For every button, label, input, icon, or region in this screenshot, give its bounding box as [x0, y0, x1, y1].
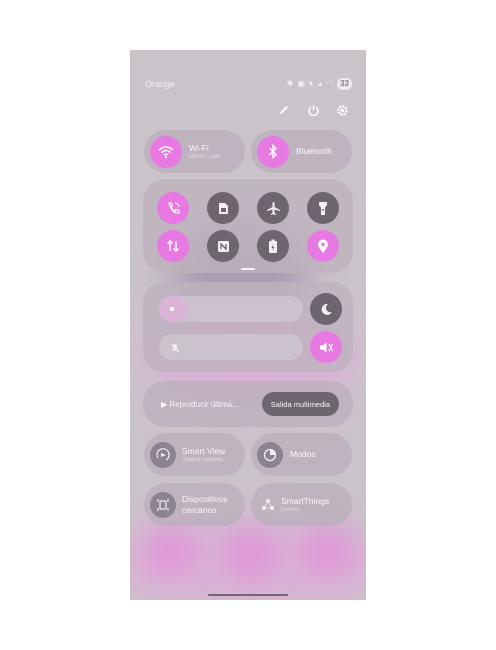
smart-view-sublabel: Duplicar pantalla: [182, 456, 223, 463]
wifi-icon[interactable]: [150, 135, 182, 168]
brightness-slider[interactable]: [159, 296, 303, 322]
edit-icon[interactable]: [276, 102, 292, 118]
toolbar: [276, 102, 350, 118]
wifi-icon: ◠: [326, 79, 334, 88]
quick-toggle-grid: [143, 179, 353, 273]
smartthings-icon: [261, 498, 275, 512]
sun-icon: [170, 307, 174, 311]
bg-blur: [308, 530, 348, 570]
flashlight-icon[interactable]: [307, 192, 339, 224]
mute-icon: [169, 341, 181, 353]
bluetooth-label: Bluetooth: [296, 146, 332, 156]
sim-icon[interactable]: [207, 192, 239, 224]
nearby-devices-icon: [150, 491, 176, 518]
carrier-name: Orange: [145, 79, 176, 89]
smartthings-tile[interactable]: SmartThings Control: [251, 483, 352, 526]
modes-label: Modos: [290, 449, 316, 459]
smart-view-icon: [150, 441, 176, 468]
media-output-button[interactable]: Salida multimedia: [261, 392, 339, 416]
nearby-devices-label-line1: Dispositivos: [182, 493, 228, 504]
quick-panel: Orange ✱ ▣ 🔇︎ ▴ ◠ 33 Wi-Fi MiWiFi_cdzh B…: [130, 50, 366, 600]
media-bar: ▶ Reproducir última... Salida multimedia: [143, 381, 353, 427]
battery-indicator: 33: [337, 78, 352, 90]
battery-saver-icon[interactable]: [257, 230, 289, 262]
status-bar: Orange ✱ ▣ 🔇︎ ▴ ◠ 33: [145, 78, 352, 95]
bluetooth-icon: ✱: [286, 79, 294, 88]
smartthings-label: SmartThings: [281, 495, 330, 506]
panel-handle[interactable]: [241, 268, 255, 270]
wifi-label: Wi-Fi: [189, 142, 209, 153]
mobile-data-icon[interactable]: [157, 230, 189, 262]
smartthings-sublabel: Control: [281, 506, 299, 513]
mute-icon: 🔇︎: [309, 79, 315, 88]
settings-icon[interactable]: [334, 102, 350, 118]
wifi-calling-icon[interactable]: [157, 192, 189, 224]
smart-view-tile[interactable]: Smart View Duplicar pantalla: [144, 433, 245, 476]
nfc-icon[interactable]: [207, 230, 239, 262]
nearby-devices-tile[interactable]: Dispositivos cercanos: [144, 483, 245, 526]
location-icon[interactable]: [307, 230, 339, 262]
home-indicator[interactable]: [208, 594, 288, 596]
night-mode-icon[interactable]: [310, 293, 342, 325]
bluetooth-tile[interactable]: Bluetooth: [251, 130, 352, 173]
wifi-tile[interactable]: Wi-Fi MiWiFi_cdzh: [144, 130, 245, 173]
airplane-icon[interactable]: [257, 192, 289, 224]
bg-blur: [150, 530, 190, 570]
bg-blur: [230, 534, 270, 574]
power-icon[interactable]: [305, 102, 321, 118]
modes-icon: [257, 441, 283, 468]
media-output-label: Salida multimedia: [270, 399, 330, 409]
sound-mode-icon[interactable]: [310, 331, 342, 363]
wifi-network-name: MiWiFi_cdzh: [189, 153, 221, 160]
volume-slider[interactable]: [159, 334, 303, 360]
modes-tile[interactable]: Modos: [251, 433, 352, 476]
sliders-panel: [143, 282, 353, 372]
play-last-media-button[interactable]: ▶ Reproducir última...: [161, 399, 239, 410]
nfc-icon: ▣: [297, 79, 306, 88]
nearby-devices-label-line2: cercanos: [182, 504, 217, 515]
signal-icon: ▴: [318, 79, 323, 88]
bluetooth-icon[interactable]: [257, 135, 289, 168]
smart-view-label: Smart View: [182, 445, 226, 456]
